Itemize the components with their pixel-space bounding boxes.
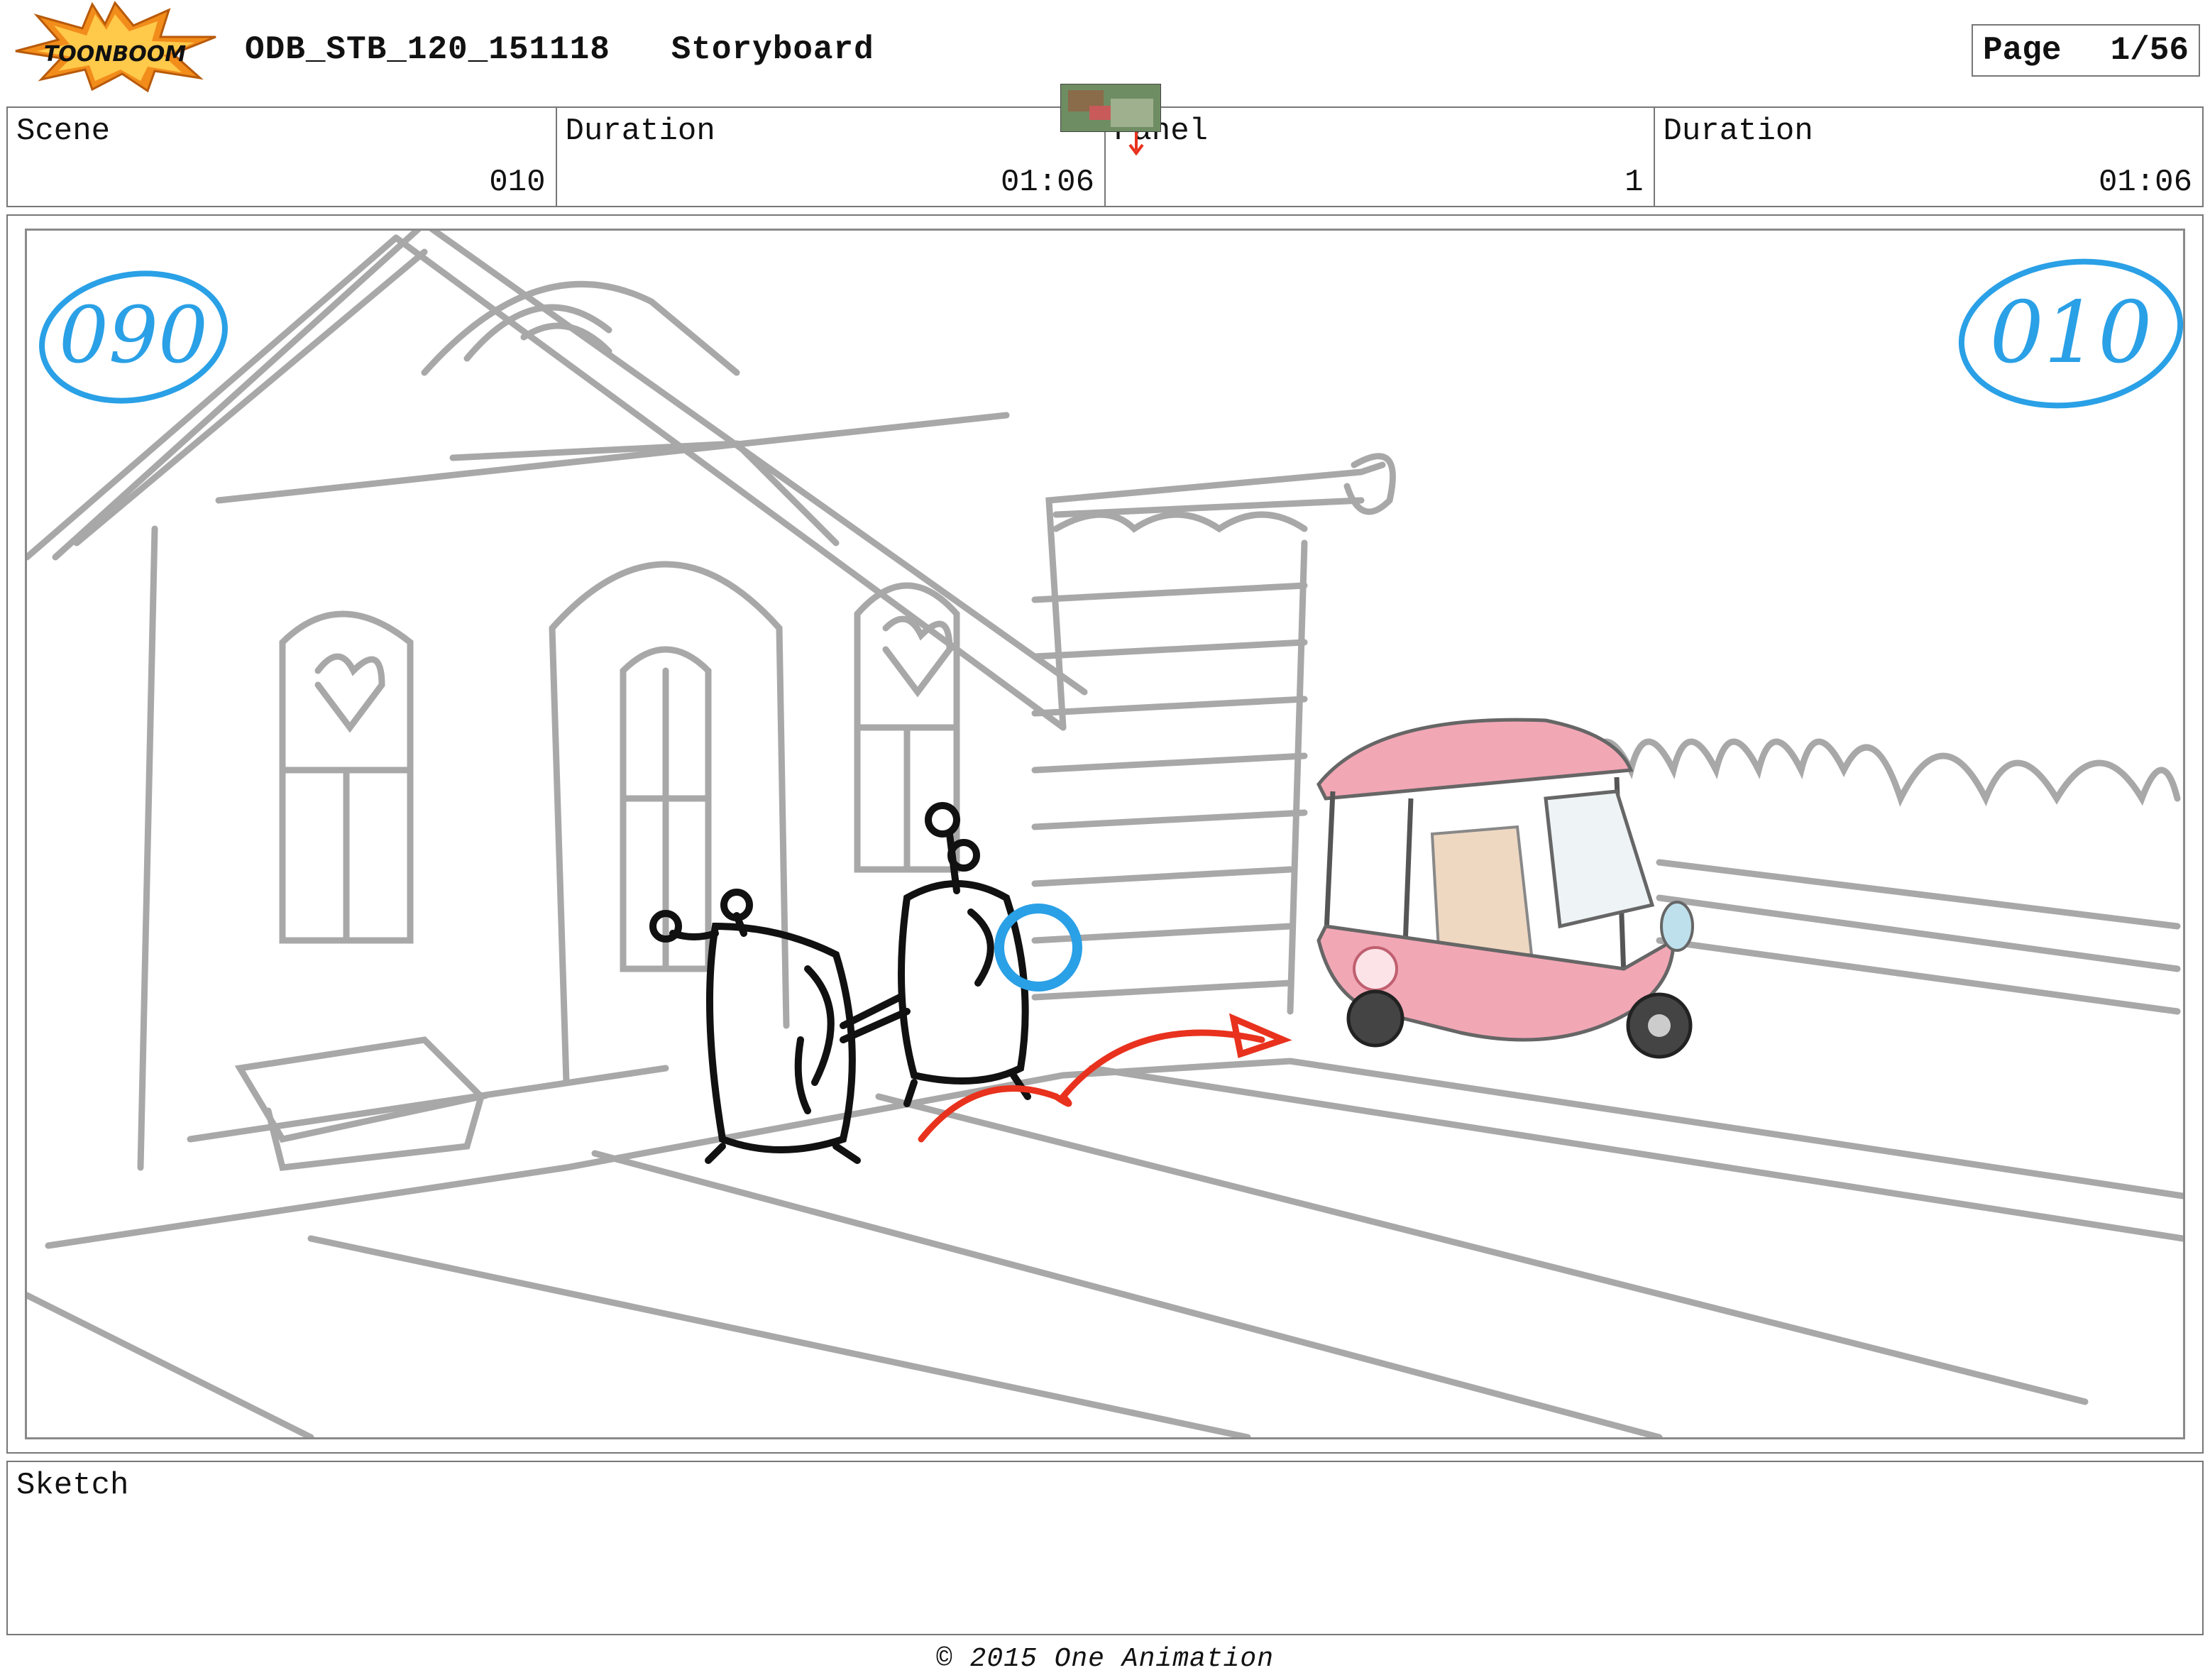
tuk-tuk-vehicle	[1316, 718, 1694, 1059]
character-left	[649, 889, 911, 1164]
logo-text: TOONBOOM	[44, 42, 186, 67]
scene-cell: Scene 010	[8, 108, 557, 206]
page-value: 1/56	[2110, 32, 2189, 69]
document-title: ODB_STB_120_151118 Storyboard	[245, 31, 874, 68]
annotation-right-text: 010	[1989, 284, 2152, 383]
storyboard-panel-image: 090 010	[25, 229, 2185, 1439]
sketch-notes-row: Sketch	[6, 1461, 2204, 1635]
scene-duration-cell: Duration 01:06	[557, 108, 1106, 206]
page-indicator: Page 1/56	[1972, 24, 2200, 77]
sketch-thumbnail	[1060, 84, 1161, 132]
panel-duration-value: 01:06	[2098, 165, 2192, 200]
panel-duration-cell: Duration 01:06	[1655, 108, 2203, 206]
scene-label: Scene	[16, 114, 111, 149]
storyboard-drawing: 090 010	[27, 231, 2183, 1437]
panel-cell: Panel 1	[1106, 108, 1655, 206]
page-label: Page	[1983, 32, 2062, 69]
copyright-footer: © 2015 One Animation	[935, 1644, 1275, 1674]
toonboom-logo: TOONBOOM	[9, 0, 221, 93]
scene-duration-value: 01:06	[1000, 165, 1094, 200]
sketch-label: Sketch	[16, 1468, 129, 1503]
storyboard-panel-frame: 090 010	[6, 214, 2204, 1454]
panel-value: 1	[1624, 165, 1644, 200]
panel-duration-label: Duration	[1663, 114, 1813, 149]
scene-value: 010	[489, 165, 546, 200]
house-sketch	[27, 231, 2183, 1437]
annotation-left-text: 090	[59, 290, 208, 380]
character-right	[898, 802, 1082, 1107]
thumbnail-arrow-icon	[1126, 132, 1147, 156]
scene-duration-label: Duration	[565, 114, 715, 149]
